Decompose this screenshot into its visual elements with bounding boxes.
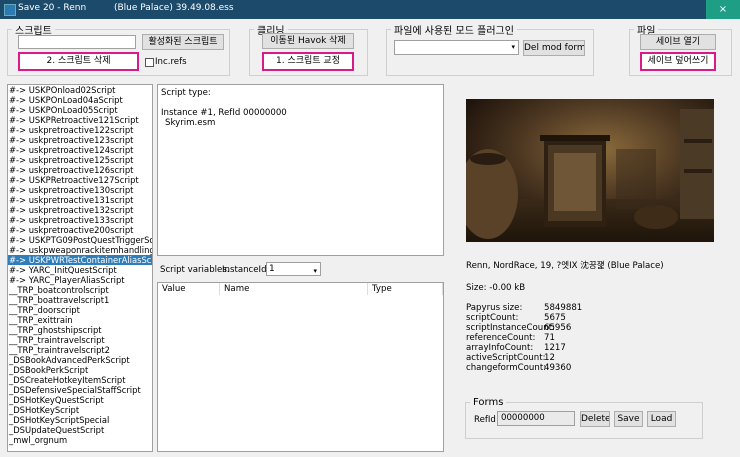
- script-list-item[interactable]: #-> YARC_PlayerAliasScript: [8, 275, 152, 285]
- chevron-down-icon: ▾: [313, 267, 317, 275]
- stat-value: 1217: [544, 343, 566, 353]
- script-instance-line: Instance #1, RefId 00000000: [161, 108, 287, 118]
- script-list-item[interactable]: #-> uskpweaponrackitemhandlingsc: [8, 245, 152, 255]
- stat-key: scriptCount:: [466, 313, 519, 323]
- script-list-item[interactable]: __TRP_doorscript: [8, 305, 152, 315]
- script-list-item[interactable]: #-> uskpretroactive126script: [8, 165, 152, 175]
- script-list-item[interactable]: #-> YARC_InitQuestScript: [8, 265, 152, 275]
- script-variables-label: Script variables.: [160, 265, 230, 275]
- stat-value: 5675: [544, 313, 566, 323]
- stat-value: 71: [544, 333, 555, 343]
- stat-key: arrayInfoCount:: [466, 343, 534, 353]
- script-list-item[interactable]: __TRP_traintravelscript: [8, 335, 152, 345]
- script-list-item[interactable]: __TRP_ghostshipscript: [8, 325, 152, 335]
- save-size: Size: -0.00 kB: [466, 283, 526, 293]
- stat-key: scriptInstanceCount:: [466, 323, 555, 333]
- script-list-item[interactable]: #-> uskpretroactive132script: [8, 205, 152, 215]
- remove-havok-button[interactable]: 이동된 Havok 삭제: [262, 33, 354, 49]
- column-value[interactable]: Value: [158, 283, 220, 295]
- script-list-item[interactable]: _DSCreateHotkeyItemScript: [8, 375, 152, 385]
- script-list-item[interactable]: _mwl_orgnum: [8, 435, 152, 445]
- script-list-item[interactable]: #-> USKPRetroactive127Script: [8, 175, 152, 185]
- script-list-item[interactable]: #-> USKPTG09PostQuestTriggerSc: [8, 235, 152, 245]
- close-button[interactable]: ×: [706, 0, 740, 19]
- refid-label: RefId: [474, 415, 496, 425]
- active-scripts-button[interactable]: 활성화된 스크립트: [142, 34, 224, 50]
- script-list-item[interactable]: #-> USKPOnLoad04aScript: [8, 95, 152, 105]
- stat-key: changeformCount:: [466, 363, 547, 373]
- load-form-button[interactable]: Load: [647, 411, 676, 427]
- fix-scripts-button[interactable]: 1. 스크립트 교정: [262, 52, 354, 71]
- character-info: Renn, NordRace, 19, ?엣IX 沈끙쟱 (Blue Palac…: [466, 261, 664, 271]
- overwrite-save-button[interactable]: 세이브 덮어쓰기: [640, 52, 716, 71]
- column-name[interactable]: Name: [220, 283, 368, 295]
- script-list-item[interactable]: _DSHotKeyScript: [8, 405, 152, 415]
- app-icon: [4, 4, 16, 16]
- script-list-item[interactable]: #-> USKPRetroactive121Script: [8, 115, 152, 125]
- open-save-button[interactable]: 세이브 열기: [640, 34, 716, 50]
- variables-table[interactable]: Value Name Type: [157, 282, 444, 452]
- script-type-label: Script type:: [161, 88, 211, 98]
- script-filter-input[interactable]: [18, 35, 136, 49]
- inc-refs-checkbox[interactable]: [145, 58, 154, 67]
- script-list[interactable]: #-> USKPOnload02Script #-> USKPOnLoad04aS…: [7, 84, 153, 452]
- inc-refs-label: Inc.refs: [155, 57, 187, 67]
- script-list-item[interactable]: _DSHotKeyQuestScript: [8, 395, 152, 405]
- plugins-group-legend: 파일에 사용된 모드 플러그인: [394, 26, 514, 37]
- title-bar: Save 20 - Renn (Blue Palace) 39.49.08.es…: [0, 0, 740, 19]
- instance-id-label: InstanceId:: [222, 265, 270, 275]
- script-list-item[interactable]: #-> USKPOnload02Script: [8, 85, 152, 95]
- stat-value: 49360: [544, 363, 572, 373]
- script-list-item[interactable]: #-> uskpretroactive200script: [8, 225, 152, 235]
- stat-value: 12: [544, 353, 555, 363]
- delete-scripts-button[interactable]: 2. 스크립트 삭제: [18, 52, 139, 71]
- script-list-item[interactable]: __TRP_traintravelscript2: [8, 345, 152, 355]
- script-list-item[interactable]: _DSDefensiveSpecialStaffScript: [8, 385, 152, 395]
- script-list-item[interactable]: _DSBookPerkScript: [8, 365, 152, 375]
- script-list-item[interactable]: #-> uskpretroactive124script: [8, 145, 152, 155]
- script-list-item[interactable]: __TRP_boattravelscript1: [8, 295, 152, 305]
- script-list-item[interactable]: __TRP_exittrain: [8, 315, 152, 325]
- column-type[interactable]: Type: [368, 283, 443, 295]
- stat-key: referenceCount:: [466, 333, 536, 343]
- chevron-down-icon: ▾: [511, 43, 515, 51]
- script-list-item[interactable]: __TRP_boatcontrolscript: [8, 285, 152, 295]
- stat-key: Papyrus size:: [466, 303, 523, 313]
- del-mod-forms-button[interactable]: Del mod forms: [523, 40, 585, 56]
- script-list-item[interactable]: #-> USKPOnLoad05Script: [8, 105, 152, 115]
- window-title: Save 20 - Renn: [18, 3, 87, 13]
- script-source-line: Skyrim.esm: [165, 118, 216, 128]
- delete-form-button[interactable]: Delete: [580, 411, 610, 427]
- script-list-item[interactable]: #-> uskpretroactive133script: [8, 215, 152, 225]
- stat-value: 65956: [544, 323, 572, 333]
- screenshot-scene-image: [466, 99, 714, 242]
- script-info-panel: Script type: Instance #1, RefId 00000000…: [157, 84, 444, 256]
- refid-input[interactable]: 00000000: [497, 411, 575, 426]
- script-list-item[interactable]: #-> uskpretroactive131script: [8, 195, 152, 205]
- instance-id-select[interactable]: 1 ▾: [266, 262, 321, 276]
- script-list-item[interactable]: #-> uskpretroactive130script: [8, 185, 152, 195]
- window-subtitle: (Blue Palace) 39.49.08.ess: [114, 3, 234, 13]
- script-list-item[interactable]: _DSUpdateQuestScript: [8, 425, 152, 435]
- script-list-item[interactable]: _DSHotKeyScriptSpecial: [8, 415, 152, 425]
- stat-key: activeScriptCount:: [466, 353, 546, 363]
- script-list-item[interactable]: #-> USKPWRTestContainerAliasSc: [8, 255, 152, 265]
- forms-group-legend: Forms: [473, 397, 504, 408]
- script-list-item[interactable]: _DSBookAdvancedPerkScript: [8, 355, 152, 365]
- script-list-item[interactable]: #-> uskpretroactive122script: [8, 125, 152, 135]
- instance-id-value: 1: [269, 264, 275, 274]
- stat-value: 5849881: [544, 303, 583, 313]
- plugin-select[interactable]: ▾: [394, 40, 519, 55]
- script-list-item[interactable]: #-> uskpretroactive125script: [8, 155, 152, 165]
- script-list-item[interactable]: #-> uskpretroactive123script: [8, 135, 152, 145]
- save-screenshot: [466, 99, 714, 242]
- save-form-button[interactable]: Save: [614, 411, 643, 427]
